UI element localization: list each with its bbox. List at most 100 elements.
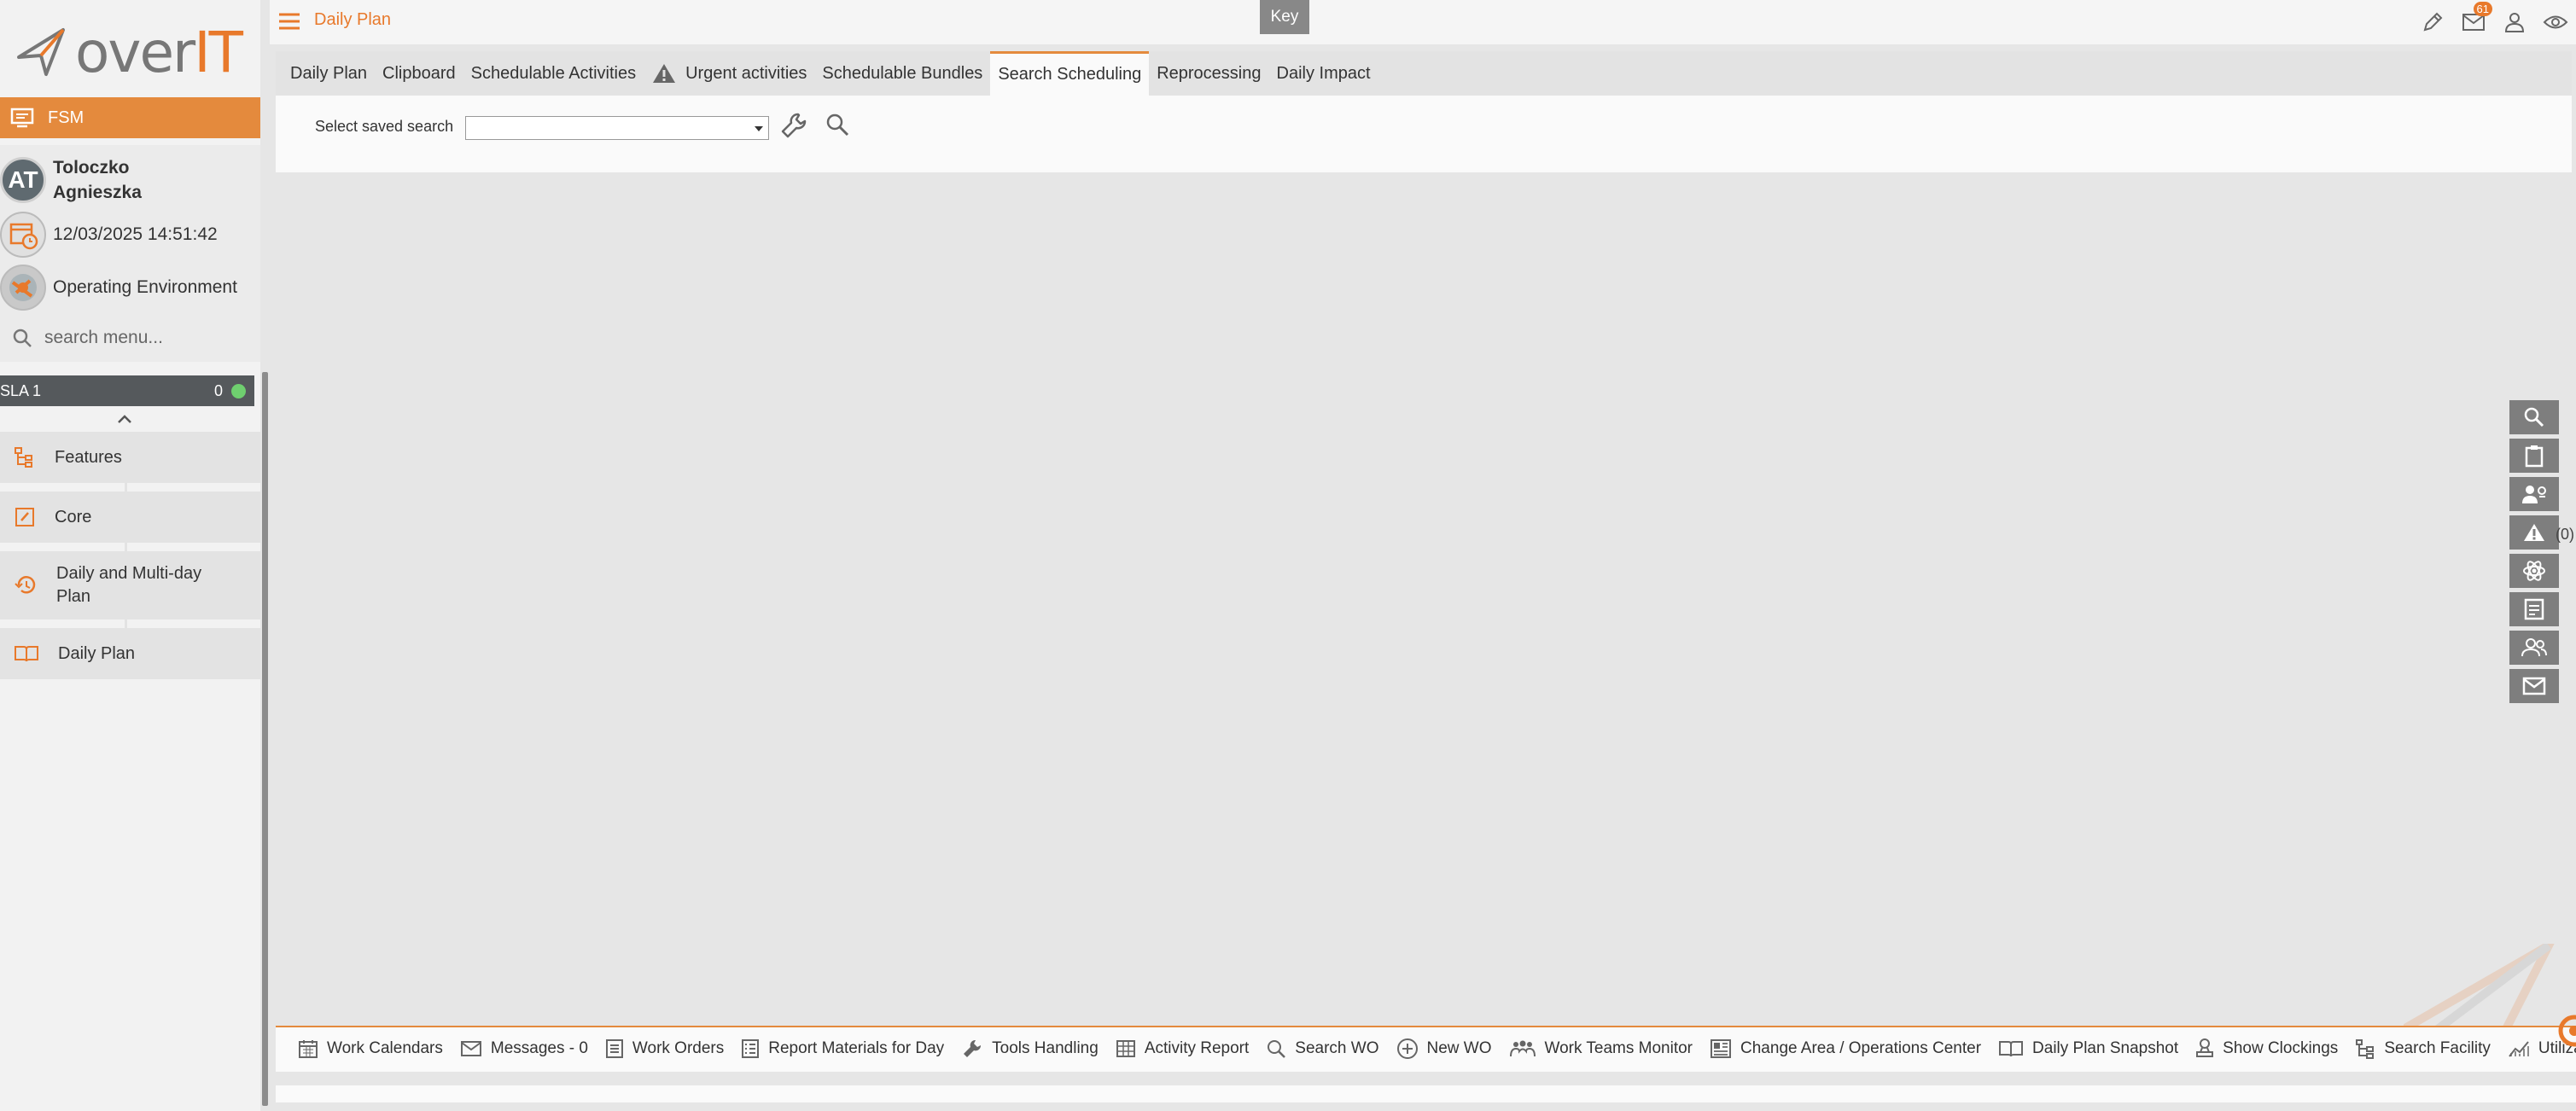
team-icon: [2521, 638, 2547, 657]
history-icon: [15, 576, 36, 594]
page-title: Daily Plan: [314, 10, 392, 29]
messages-link[interactable]: Messages - 0: [460, 1039, 588, 1058]
avatar: AT: [0, 157, 46, 203]
right-atom-button[interactable]: [2509, 554, 2559, 588]
sla-label: SLA 1: [0, 381, 42, 399]
search-wo-link[interactable]: Search WO: [1266, 1038, 1379, 1059]
tab-daily-plan[interactable]: Daily Plan: [283, 51, 375, 96]
work-teams-monitor-link[interactable]: Work Teams Monitor: [1509, 1039, 1693, 1058]
right-warning-button[interactable]: [2509, 515, 2559, 550]
tab-schedulable-bundles[interactable]: Schedulable Bundles: [814, 51, 990, 96]
dashboard-icon: [1711, 1039, 1732, 1058]
sidebar-scrollbar[interactable]: [262, 372, 268, 1106]
wrench-icon: [964, 1039, 982, 1057]
right-report-button[interactable]: [2509, 592, 2559, 626]
assistant-icon[interactable]: [2556, 1012, 2576, 1050]
environment-text: Operating Environment: [53, 277, 237, 297]
tab-reprocessing[interactable]: Reprocessing: [1149, 51, 1268, 96]
new-wo-link[interactable]: New WO: [1396, 1038, 1492, 1060]
datetime-row[interactable]: 12/03/2025 14:51:42: [0, 212, 260, 258]
report-materials-link[interactable]: Report Materials for Day: [741, 1038, 944, 1059]
sidebar: overIT FSM AT Toloczko Agnieszka 12/03/2…: [0, 0, 260, 1111]
tab-urgent-activities[interactable]: Urgent activities: [644, 51, 814, 96]
menu-search-input[interactable]: search menu...: [44, 328, 163, 348]
tab-bar: Daily Plan Clipboard Schedulable Activit…: [276, 51, 2572, 96]
hamburger-icon[interactable]: [278, 12, 300, 31]
module-label: FSM: [48, 108, 85, 127]
sidebar-item-features[interactable]: Features: [0, 432, 260, 483]
calendar-icon: [299, 1040, 318, 1058]
eye-icon[interactable]: [2535, 7, 2576, 38]
chevron-up-icon[interactable]: [116, 413, 133, 425]
user-icon[interactable]: [2494, 7, 2535, 38]
right-team-button[interactable]: [2509, 631, 2559, 665]
activity-report-link[interactable]: Activity Report: [1116, 1039, 1249, 1058]
right-clipboard-button[interactable]: [2509, 439, 2559, 473]
atom-icon: [2523, 561, 2545, 581]
top-bar: Daily Plan Key 61: [270, 0, 2576, 44]
plus-circle-icon: [1396, 1038, 1418, 1059]
daily-plan-snapshot-link[interactable]: Daily Plan Snapshot: [1998, 1039, 2178, 1058]
overit-watermark-icon: [2404, 944, 2557, 1029]
book-icon: [1999, 1041, 2024, 1057]
environment-row[interactable]: Operating Environment: [0, 265, 260, 311]
clipboard-icon: [2525, 445, 2544, 468]
show-clockings-link[interactable]: Show Clockings: [2195, 1038, 2338, 1060]
stamp-icon: [2196, 1038, 2214, 1057]
warning-icon: [2524, 524, 2544, 541]
tab-search-scheduling[interactable]: Search Scheduling: [990, 51, 1150, 96]
mail-icon: [460, 1041, 481, 1056]
sidebar-item-label: Daily and Multi-day Plan: [56, 564, 202, 606]
hierarchy-icon: [15, 447, 32, 468]
tab-schedulable-activities[interactable]: Schedulable Activities: [463, 51, 644, 96]
sidebar-item-daily-plan[interactable]: Daily Plan: [0, 628, 260, 679]
datetime-text: 12/03/2025 14:51:42: [53, 224, 218, 244]
user-name: Toloczko Agnieszka: [53, 158, 142, 202]
urgent-count: (0): [2556, 526, 2574, 543]
report-icon: [2524, 598, 2544, 620]
divider: [125, 619, 127, 628]
right-user-settings-button[interactable]: [2509, 477, 2559, 511]
sidebar-item-label: Features: [55, 447, 122, 467]
user-block: AT Toloczko Agnieszka 12/03/2025 14:51:4…: [0, 145, 260, 362]
search-icon: [1268, 1040, 1286, 1058]
edit-checklist-icon: [15, 508, 34, 526]
user-row[interactable]: AT Toloczko Agnieszka: [0, 155, 260, 205]
overit-logo-icon: [17, 28, 65, 76]
sla-bar[interactable]: SLA 1 0: [0, 375, 254, 406]
status-dot: [231, 383, 246, 398]
saved-search-select[interactable]: [465, 116, 769, 140]
search-icon: [13, 329, 32, 347]
mail-icon[interactable]: 61: [2453, 2, 2494, 38]
right-search-button[interactable]: [2509, 400, 2559, 434]
calendar-clock-icon: [0, 212, 46, 258]
search-icon: [2524, 407, 2544, 428]
search-facility-link[interactable]: Search Facility: [2355, 1038, 2491, 1059]
wrench-icon[interactable]: [779, 111, 808, 140]
warning-icon: [653, 64, 676, 83]
work-orders-link[interactable]: Work Orders: [605, 1038, 724, 1059]
sidebar-item-daily-multi-day-plan[interactable]: Daily and Multi-day Plan: [0, 551, 260, 619]
divider: [125, 483, 127, 492]
hierarchy-icon: [2356, 1039, 2375, 1059]
monitor-icon: [10, 108, 34, 128]
environment-icon: [0, 265, 46, 311]
quick-actions-bar: Work Calendars Messages - 0 Work Orders …: [276, 1026, 2576, 1072]
change-area-link[interactable]: Change Area / Operations Center: [1710, 1038, 1981, 1059]
chart-icon: [2509, 1041, 2529, 1057]
tab-clipboard[interactable]: Clipboard: [375, 51, 463, 96]
right-mail-button[interactable]: [2509, 669, 2559, 703]
pencil-icon[interactable]: [2412, 7, 2453, 38]
menu-search[interactable]: search menu...: [0, 319, 260, 357]
tools-handling-link[interactable]: Tools Handling: [961, 1038, 1099, 1060]
tab-daily-impact[interactable]: Daily Impact: [1269, 51, 1378, 96]
module-bar[interactable]: FSM: [0, 97, 260, 138]
team-icon: [1509, 1040, 1536, 1057]
work-calendars-link[interactable]: Work Calendars: [298, 1038, 443, 1059]
sidebar-item-label: Core: [55, 507, 92, 526]
key-button[interactable]: Key: [1260, 0, 1309, 34]
book-icon: [15, 646, 38, 662]
sidebar-item-core[interactable]: Core: [0, 492, 260, 543]
chevron-down-icon: [755, 126, 763, 131]
search-icon[interactable]: [825, 113, 849, 137]
